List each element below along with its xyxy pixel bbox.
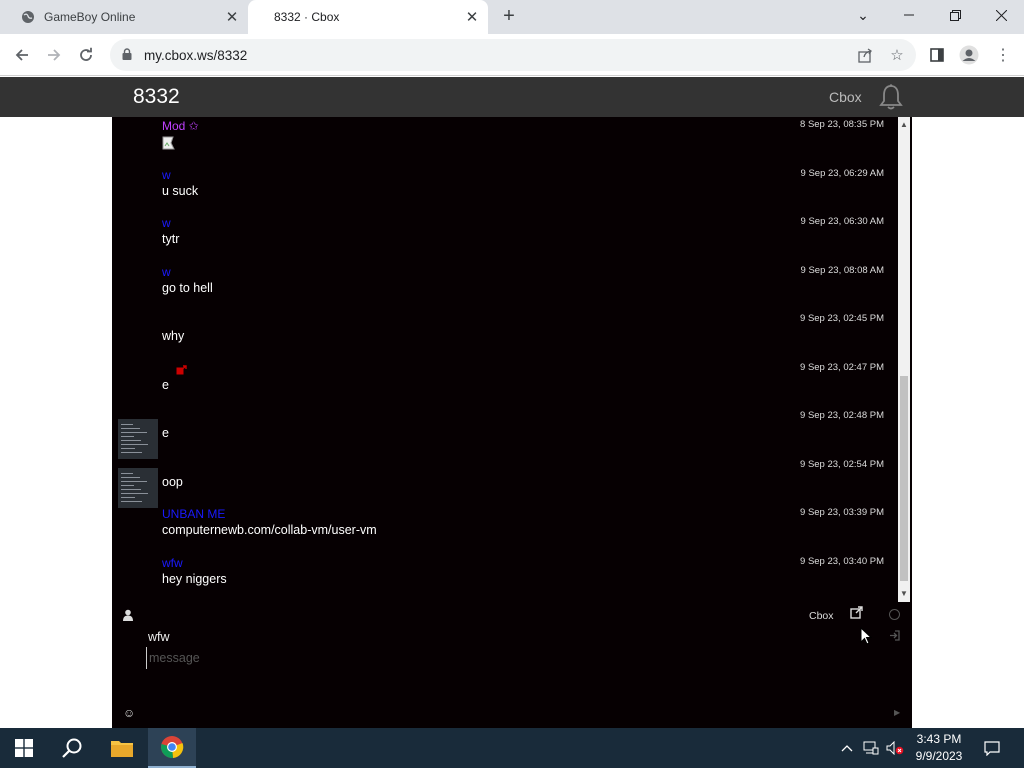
- back-button[interactable]: [9, 42, 35, 68]
- browser-tabbar: GameBoy Online ✕ 8332 · Cbox ✕ + ⌄: [0, 0, 1024, 34]
- message-text: e: [162, 377, 169, 392]
- message-timestamp: 9 Sep 23, 02:54 PM: [800, 458, 884, 470]
- scroll-up-arrow-icon[interactable]: ▲: [898, 119, 910, 131]
- forward-button[interactable]: [41, 42, 67, 68]
- minimize-button[interactable]: [886, 0, 932, 30]
- tab-gameboy-online[interactable]: GameBoy Online ✕: [8, 0, 248, 34]
- profile-avatar-icon[interactable]: [956, 42, 982, 68]
- message-list[interactable]: Mod ✩ 8 Sep 23, 08:35 PM w 9 Sep 23, 06:29 …: [112, 117, 898, 602]
- taskbar-clock[interactable]: 3:43 PM 9/9/2023: [908, 731, 970, 765]
- broken-image-icon[interactable]: [162, 136, 178, 150]
- close-window-button[interactable]: [978, 0, 1024, 30]
- message-row: 9 Sep 23, 02:54 PM oop: [112, 458, 898, 508]
- cbox-link[interactable]: Cbox: [829, 89, 862, 105]
- message-text: u suck: [162, 183, 199, 198]
- browser-menu-icon[interactable]: ⋮: [990, 42, 1016, 68]
- user-icon[interactable]: [122, 608, 136, 622]
- smiley-icon[interactable]: ☺: [123, 707, 136, 720]
- restore-button[interactable]: [932, 0, 978, 30]
- sign-in-icon[interactable]: [889, 630, 900, 644]
- cbox-chat-frame: Mod ✩ 8 Sep 23, 08:35 PM w 9 Sep 23, 06:29 …: [112, 117, 912, 728]
- message-text: tytr: [162, 232, 180, 246]
- message-row: 9 Sep 23, 02:45 PM why: [112, 313, 898, 361]
- site-header: 8332 Cbox: [0, 77, 1024, 117]
- post-form: Cbox wfw ☺ ▶: [112, 602, 912, 728]
- message-username[interactable]: w: [162, 168, 171, 182]
- username-display[interactable]: wfw: [148, 630, 170, 644]
- status-circle-icon[interactable]: [889, 609, 900, 620]
- message-text: hey niggers: [162, 571, 227, 586]
- message-row: w 9 Sep 23, 06:30 AM tytr: [112, 216, 898, 264]
- globe-icon: [20, 9, 36, 25]
- message-timestamp: 8 Sep 23, 08:35 PM: [800, 119, 884, 130]
- notification-center-icon[interactable]: [978, 728, 1006, 768]
- message-timestamp: 9 Sep 23, 02:48 PM: [800, 410, 884, 421]
- share-icon[interactable]: [852, 39, 878, 71]
- message-username[interactable]: UNBAN ME: [162, 507, 225, 521]
- browser-toolbar: my.cbox.ws/8332 ☆ ⋮: [0, 34, 1024, 76]
- tab-8332-cbox[interactable]: 8332 · Cbox ✕: [248, 0, 488, 34]
- message-username[interactable]: w: [162, 216, 171, 230]
- bell-icon[interactable]: [878, 83, 904, 111]
- message-username[interactable]: wfw: [162, 556, 183, 570]
- side-panel-icon[interactable]: [924, 42, 950, 68]
- close-tab-icon[interactable]: ✕: [222, 7, 242, 27]
- network-icon[interactable]: [860, 728, 882, 768]
- cbox-brand-link[interactable]: Cbox: [809, 610, 834, 622]
- message-timestamp: 9 Sep 23, 06:29 AM: [800, 167, 884, 179]
- chevron-up-icon[interactable]: [838, 728, 856, 768]
- message-timestamp: 9 Sep 23, 02:47 PM: [800, 361, 884, 373]
- message-row: w 9 Sep 23, 06:29 AM u suck: [112, 168, 898, 216]
- lock-icon[interactable]: [122, 47, 136, 63]
- user-avatar[interactable]: [118, 467, 158, 508]
- windows-taskbar: 3:43 PM 9/9/2023: [0, 728, 1024, 768]
- page-content: 8332 Cbox Mod ✩ 8 Sep 23, 08:35 PM w 9 Sep …: [0, 77, 1024, 728]
- user-avatar[interactable]: [118, 419, 158, 459]
- volume-muted-icon[interactable]: [884, 728, 906, 768]
- close-tab-icon[interactable]: ✕: [462, 7, 482, 27]
- red-share-icon: [176, 362, 187, 374]
- mouse-cursor-icon: [860, 627, 872, 645]
- message-text: computernewb.com/collab-vm/user-vm: [162, 523, 377, 537]
- external-link-icon[interactable]: [850, 606, 864, 620]
- file-explorer-icon[interactable]: [98, 728, 146, 768]
- tab-search-icon[interactable]: ⌄: [840, 0, 886, 30]
- chrome-taskbar-icon[interactable]: [148, 728, 196, 768]
- message-text: go to hell: [162, 280, 213, 295]
- message-row: Mod ✩ 8 Sep 23, 08:35 PM: [112, 119, 898, 167]
- message-row: 9 Sep 23, 02:47 PM e: [112, 362, 898, 410]
- search-icon[interactable]: [48, 728, 96, 768]
- windows-start-button[interactable]: [0, 728, 48, 768]
- scroll-down-arrow-icon[interactable]: ▼: [898, 588, 910, 600]
- scrollbar-thumb[interactable]: [900, 376, 908, 581]
- message-row: UNBAN ME 9 Sep 23, 03:39 PM computernewb.c…: [112, 507, 898, 555]
- send-arrow-icon[interactable]: ▶: [894, 708, 900, 717]
- message-scrollbar[interactable]: ▲ ▼: [898, 117, 910, 602]
- message-timestamp: 9 Sep 23, 02:45 PM: [800, 313, 884, 324]
- url-text: my.cbox.ws/8332: [144, 47, 248, 63]
- message-row: wfw 9 Sep 23, 03:40 PM hey niggers: [112, 556, 898, 603]
- clock-date: 9/9/2023: [915, 749, 963, 763]
- new-tab-button[interactable]: +: [498, 6, 520, 28]
- message-text: why: [162, 329, 185, 343]
- message-input[interactable]: [146, 647, 746, 669]
- clock-time: 3:43 PM: [916, 732, 962, 746]
- address-bar[interactable]: my.cbox.ws/8332 ☆: [110, 39, 916, 71]
- message-row: w 9 Sep 23, 08:08 AM go to hell: [112, 265, 898, 313]
- tab-title: 8332 · Cbox: [274, 10, 340, 24]
- message-username[interactable]: Mod ✩: [162, 119, 199, 133]
- bookmark-star-icon[interactable]: ☆: [884, 39, 910, 71]
- message-timestamp: 9 Sep 23, 06:30 AM: [800, 216, 884, 227]
- tab-title: GameBoy Online: [44, 10, 136, 24]
- site-title[interactable]: 8332: [133, 85, 180, 109]
- message-timestamp: 9 Sep 23, 03:40 PM: [800, 555, 884, 567]
- message-timestamp: 9 Sep 23, 08:08 AM: [800, 264, 884, 276]
- message-timestamp: 9 Sep 23, 03:39 PM: [800, 507, 884, 518]
- reload-button[interactable]: [73, 42, 99, 68]
- message-text: oop: [162, 474, 183, 489]
- message-username[interactable]: w: [162, 265, 171, 279]
- message-row: 9 Sep 23, 02:48 PM e: [112, 410, 898, 459]
- message-text: e: [162, 426, 169, 440]
